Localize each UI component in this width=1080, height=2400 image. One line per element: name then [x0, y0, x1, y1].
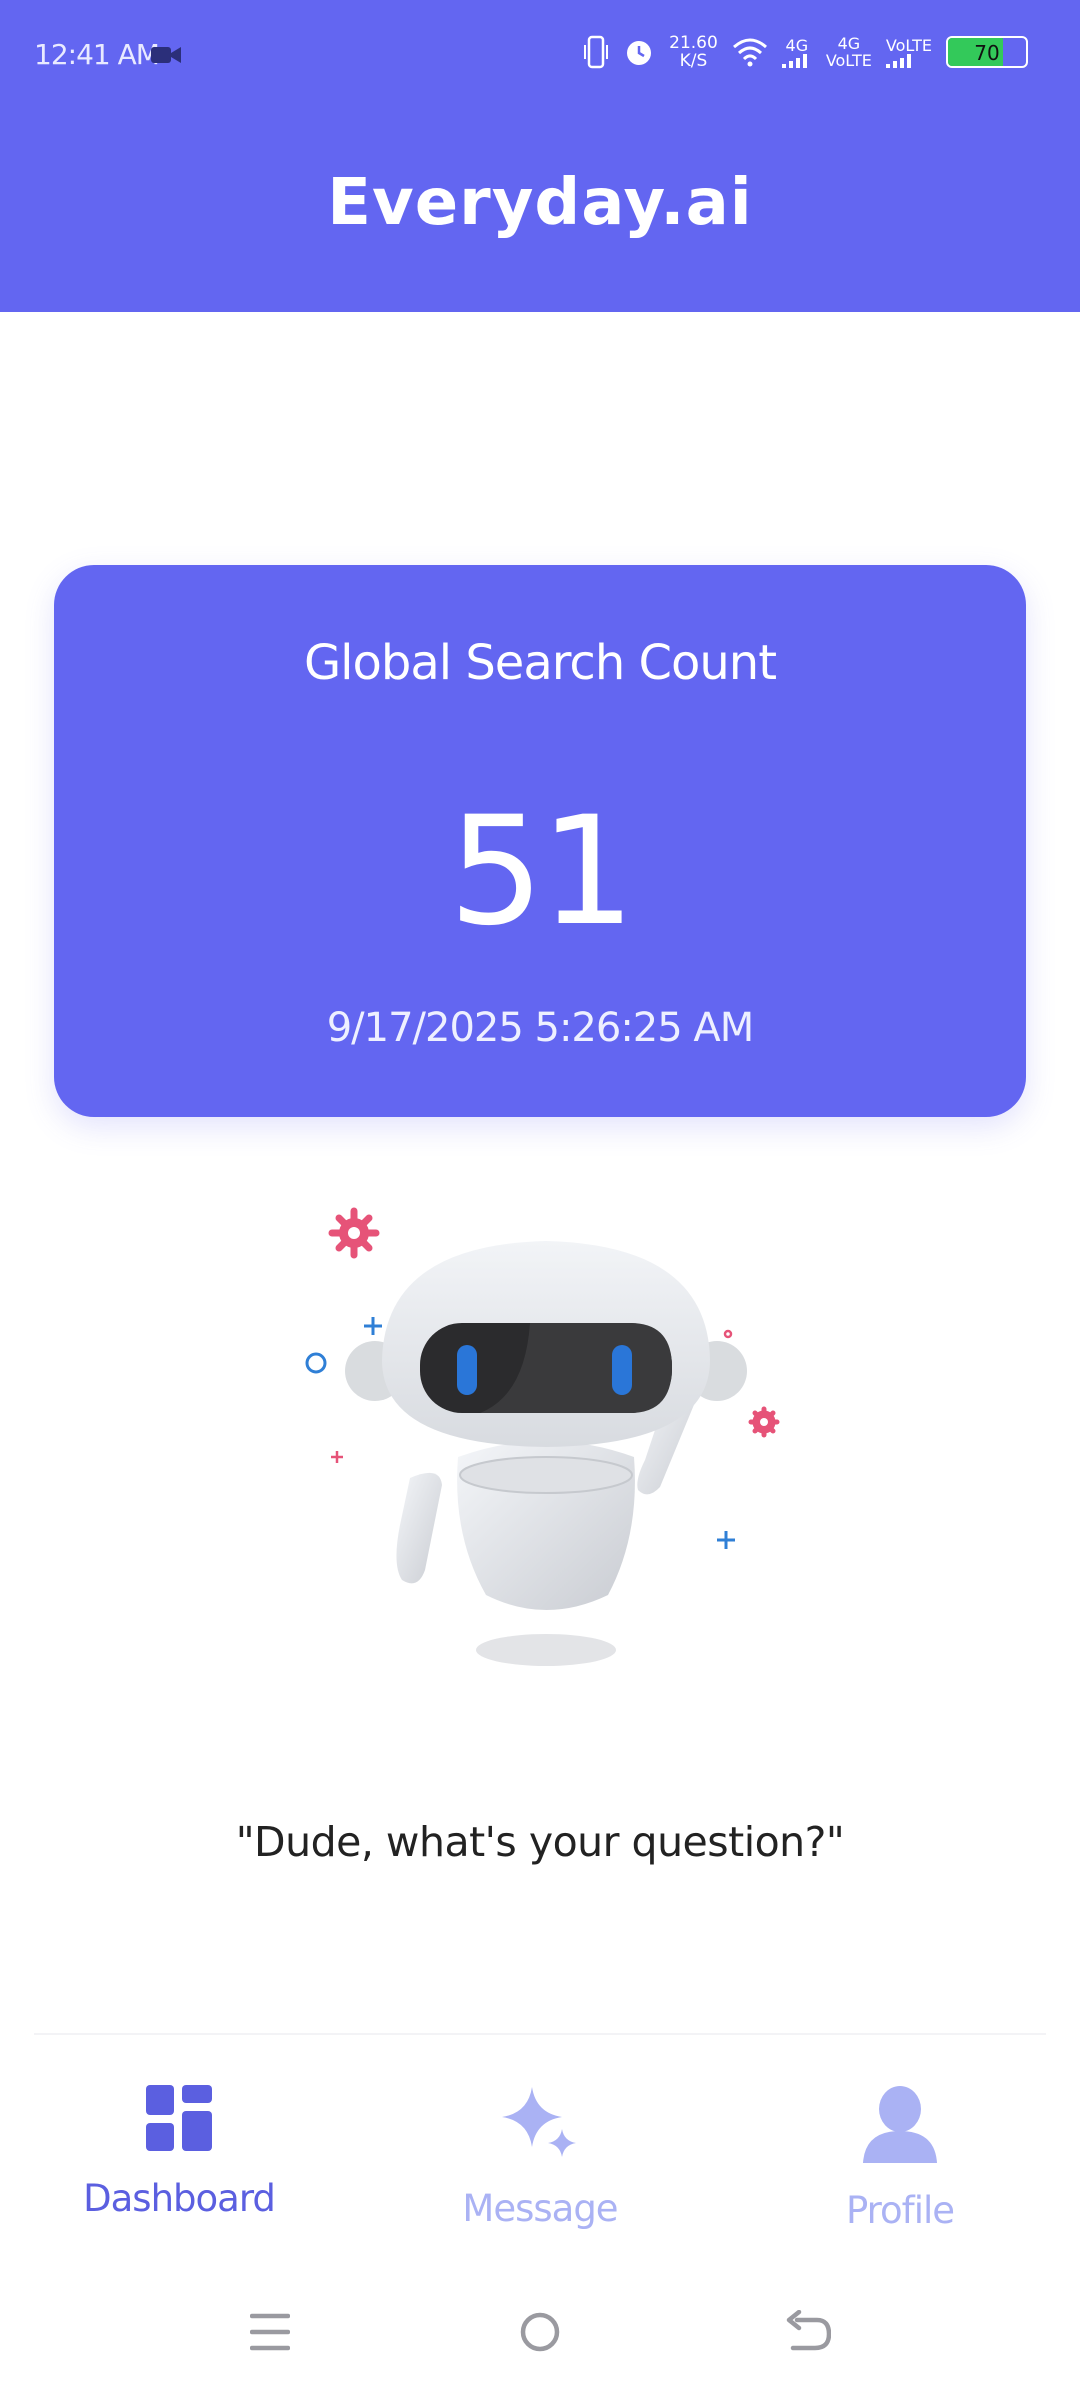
- system-nav-bar: [0, 2300, 1080, 2380]
- status-icons: 21.60 K/S 4G 4G VoLTE VoLTE 70: [583, 30, 1028, 74]
- nav-item-profile[interactable]: Profile: [770, 2085, 1030, 2232]
- vibrate-icon: [584, 35, 609, 69]
- home-icon[interactable]: [519, 2310, 561, 2354]
- search-count: 51: [448, 785, 636, 959]
- bottom-nav: Dashboard Message Profile: [0, 2035, 1080, 2265]
- app-title: Everyday.ai: [327, 166, 753, 240]
- quote-text: "Dude, what's your question?": [235, 1818, 845, 1866]
- network-label-1: 4G: [781, 35, 812, 68]
- nav-label-profile: Profile: [845, 2189, 955, 2232]
- battery-icon: 70: [946, 36, 1028, 68]
- nav-item-message[interactable]: Message: [410, 2085, 670, 2230]
- count-timestamp: 9/17/2025 5:26:25 AM: [326, 1005, 755, 1051]
- robot-icon: [305, 1207, 780, 1666]
- wifi-icon: [732, 38, 767, 67]
- dashboard-icon: [146, 2085, 212, 2151]
- status-time: 12:41 AM: [34, 38, 160, 71]
- network-speed: 21.60 K/S: [669, 34, 718, 70]
- alarm-icon: [627, 41, 652, 65]
- volte-2: VoLTE: [885, 35, 932, 55]
- network-label-3: VoLTE: [885, 35, 932, 68]
- app-header: 12:41 AM 21.60 K/S 4G 4G VoLTE VoLTE 70 …: [0, 0, 1080, 312]
- signal-icon: [781, 53, 807, 68]
- menu-icon[interactable]: [250, 2310, 290, 2354]
- global-search-card: Global Search Count 51 9/17/2025 5:26:25…: [54, 565, 1026, 1117]
- nav-label-message: Message: [462, 2187, 618, 2230]
- network-speed-value: 21.60: [669, 33, 718, 53]
- network-speed-unit: K/S: [679, 51, 708, 71]
- nav-item-dashboard[interactable]: Dashboard: [49, 2085, 309, 2220]
- decor-gear-small: [748, 1406, 780, 1438]
- network-label-2: 4G VoLTE: [826, 35, 872, 69]
- nav-label-dashboard: Dashboard: [83, 2177, 276, 2220]
- video-camera-icon: [151, 47, 181, 63]
- back-icon[interactable]: [785, 2310, 831, 2354]
- user-icon: [863, 2086, 937, 2163]
- status-bar: 12:41 AM 21.60 K/S 4G 4G VoLTE VoLTE 70: [0, 0, 1080, 110]
- decor-gear-large: [328, 1207, 380, 1259]
- battery-level: 70: [974, 41, 1000, 65]
- card-title: Global Search Count: [303, 635, 777, 691]
- sparkle-icon: [502, 2087, 576, 2157]
- volte-1: VoLTE: [825, 51, 872, 70]
- network-type-1: 4G: [785, 35, 809, 55]
- network-type-2: 4G: [837, 34, 861, 53]
- signal-icon-2: [885, 53, 911, 68]
